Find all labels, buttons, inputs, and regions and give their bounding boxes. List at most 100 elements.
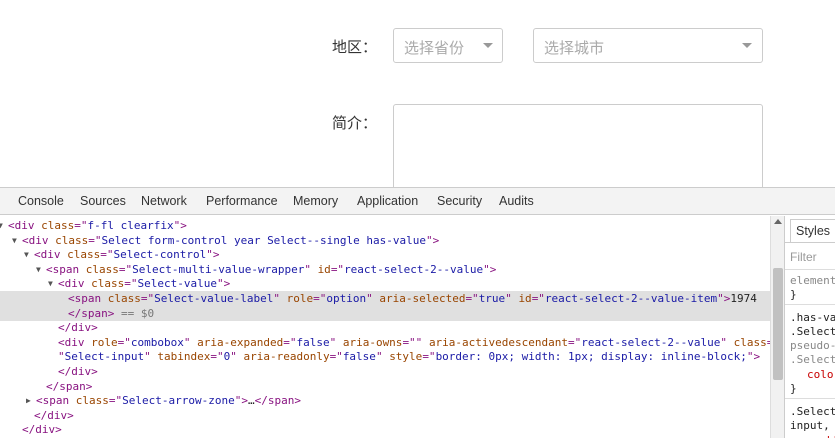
devtools-tabbar: Console Sources Network Performance Memo… xyxy=(0,188,835,215)
markup-token: </span> xyxy=(68,306,115,320)
markup-token: f-fl clearfix xyxy=(87,219,174,232)
markup-token: == $0 xyxy=(114,306,155,320)
markup-token: class xyxy=(733,335,767,349)
markup-token: =" xyxy=(210,350,224,364)
dom-node-markup: <span class="Select-value-label" role="o… xyxy=(68,291,757,306)
markup-token: react-select-2--value-item xyxy=(544,292,718,305)
divider xyxy=(785,304,835,305)
markup-token: true xyxy=(478,292,506,305)
tab-console[interactable]: Console xyxy=(18,188,64,215)
tab-performance[interactable]: Performance xyxy=(206,188,278,215)
dom-node-line[interactable]: ▼ <div class="f-fl clearfix"> xyxy=(0,218,770,233)
dom-node-markup: "Select-input" tabindex="0" aria-readonl… xyxy=(58,349,760,364)
dom-node-line[interactable]: ▶ <span class="Select-arrow-zone">…</span… xyxy=(0,393,770,408)
dom-node-markup: <span class="Select-arrow-zone">…</span> xyxy=(36,393,301,408)
dom-node-markup: </div> xyxy=(58,320,98,335)
dom-node-line[interactable]: <span class="Select-value-label" role="o… xyxy=(0,291,770,306)
expand-triangle-icon[interactable]: ▼ xyxy=(12,233,17,248)
markup-token: class xyxy=(85,262,119,276)
tab-styles[interactable]: Styles xyxy=(790,219,835,243)
intro-textarea[interactable] xyxy=(393,104,763,187)
dom-node-line[interactable]: ▼ <span class="Select-multi-value-wrapper… xyxy=(0,262,770,277)
markup-token: " xyxy=(505,292,519,305)
markup-token: role xyxy=(91,335,118,349)
city-select[interactable]: 选择城市 xyxy=(533,28,763,63)
markup-token: =" xyxy=(313,292,327,305)
expand-triangle-icon[interactable]: ▼ xyxy=(36,262,41,277)
expand-triangle-icon[interactable]: ▼ xyxy=(0,218,3,233)
style-rule-line: .Select xyxy=(790,405,835,418)
expand-triangle-icon[interactable]: ▼ xyxy=(24,247,29,262)
markup-token: =" xyxy=(422,350,436,364)
dom-node-markup: <div role="combobox" aria-expanded="fals… xyxy=(58,335,770,350)
markup-token: " xyxy=(366,292,380,305)
markup-token: =" xyxy=(568,335,582,349)
markup-token: <div xyxy=(58,277,92,291)
markup-token: " xyxy=(144,350,158,364)
dom-node-line[interactable]: </div> xyxy=(0,320,770,335)
markup-token: "> xyxy=(206,248,220,262)
markup-token: " xyxy=(720,335,734,349)
expand-triangle-icon[interactable]: ▼ xyxy=(48,276,53,291)
markup-token: " xyxy=(375,350,390,364)
dom-node-line[interactable]: <div role="combobox" aria-expanded="fals… xyxy=(0,335,770,350)
tab-application[interactable]: Application xyxy=(357,188,418,215)
markup-token: =" xyxy=(465,292,479,305)
markup-token: <span xyxy=(36,394,76,408)
scroll-thumb[interactable] xyxy=(773,268,783,380)
divider xyxy=(785,269,835,270)
markup-token: false xyxy=(296,335,330,349)
dom-node-line[interactable]: ▼ <div class="Select-value"> xyxy=(0,276,770,291)
markup-token: "> xyxy=(234,394,248,408)
markup-token: aria-owns xyxy=(342,335,403,349)
intro-label: 简介： xyxy=(332,114,378,132)
markup-token: <div xyxy=(34,248,68,262)
tab-sources[interactable]: Sources xyxy=(80,188,126,215)
markup-token: <span xyxy=(68,292,108,305)
markup-token: border: 0px; width: 1px; display: inline… xyxy=(435,350,747,364)
markup-token: </div> xyxy=(58,321,98,335)
dom-node-markup: <div class="Select-control"> xyxy=(34,247,219,262)
markup-token: style xyxy=(389,350,423,364)
markup-token: false xyxy=(342,350,376,364)
markup-token: =" xyxy=(118,262,133,276)
dom-node-line[interactable]: ▼ <div class="Select-control"> xyxy=(0,247,770,262)
markup-token: <div xyxy=(58,335,92,349)
tab-memory[interactable]: Memory xyxy=(293,188,338,215)
dom-node-line[interactable]: </div> xyxy=(0,422,770,437)
styles-filter-input[interactable]: Filter xyxy=(790,250,817,264)
markup-token: class xyxy=(41,219,75,232)
collapse-triangle-icon[interactable]: ▶ xyxy=(26,393,31,408)
dom-node-markup: </div> xyxy=(22,422,62,437)
markup-token: </span> xyxy=(46,379,93,393)
dom-node-line[interactable]: </span> xyxy=(0,379,770,394)
dom-node-line[interactable]: </span> == $0 xyxy=(0,305,770,321)
markup-token: tabindex xyxy=(157,350,211,364)
tab-audits[interactable]: Audits xyxy=(499,188,534,215)
dom-node-line[interactable]: "Select-input" tabindex="0" aria-readonl… xyxy=(0,349,770,364)
markup-token: class xyxy=(91,277,125,291)
markup-token: "> xyxy=(746,350,761,364)
tab-security[interactable]: Security xyxy=(437,188,482,215)
style-rule-line: pseudo- xyxy=(790,339,835,352)
markup-token: =" xyxy=(124,277,138,291)
elements-scrollbar[interactable] xyxy=(770,216,784,438)
markup-token: </div> xyxy=(22,423,62,437)
scroll-up-icon[interactable] xyxy=(774,219,782,224)
dom-node-markup: </span> xyxy=(46,379,92,394)
markup-token: class xyxy=(55,233,89,247)
dom-node-markup: </div> xyxy=(34,408,74,423)
markup-token: 1974 xyxy=(730,292,757,305)
dom-node-line[interactable]: ▼ <div class="Select form-control year Se… xyxy=(0,233,770,248)
elements-tree[interactable]: ▼ <div class="f-fl clearfix"> ▼ <div class=… xyxy=(0,216,770,438)
markup-token: =" xyxy=(100,248,114,262)
markup-token: " xyxy=(183,335,198,349)
markup-token: =" xyxy=(140,292,155,305)
chevron-down-icon xyxy=(483,43,493,48)
style-rule-line: .Select xyxy=(790,325,835,338)
markup-token: Select-value-label xyxy=(154,292,274,305)
province-select[interactable]: 选择省份 xyxy=(393,28,503,63)
tab-network[interactable]: Network xyxy=(141,188,187,215)
dom-node-line[interactable]: </div> xyxy=(0,364,770,379)
dom-node-line[interactable]: </div> xyxy=(0,408,770,423)
